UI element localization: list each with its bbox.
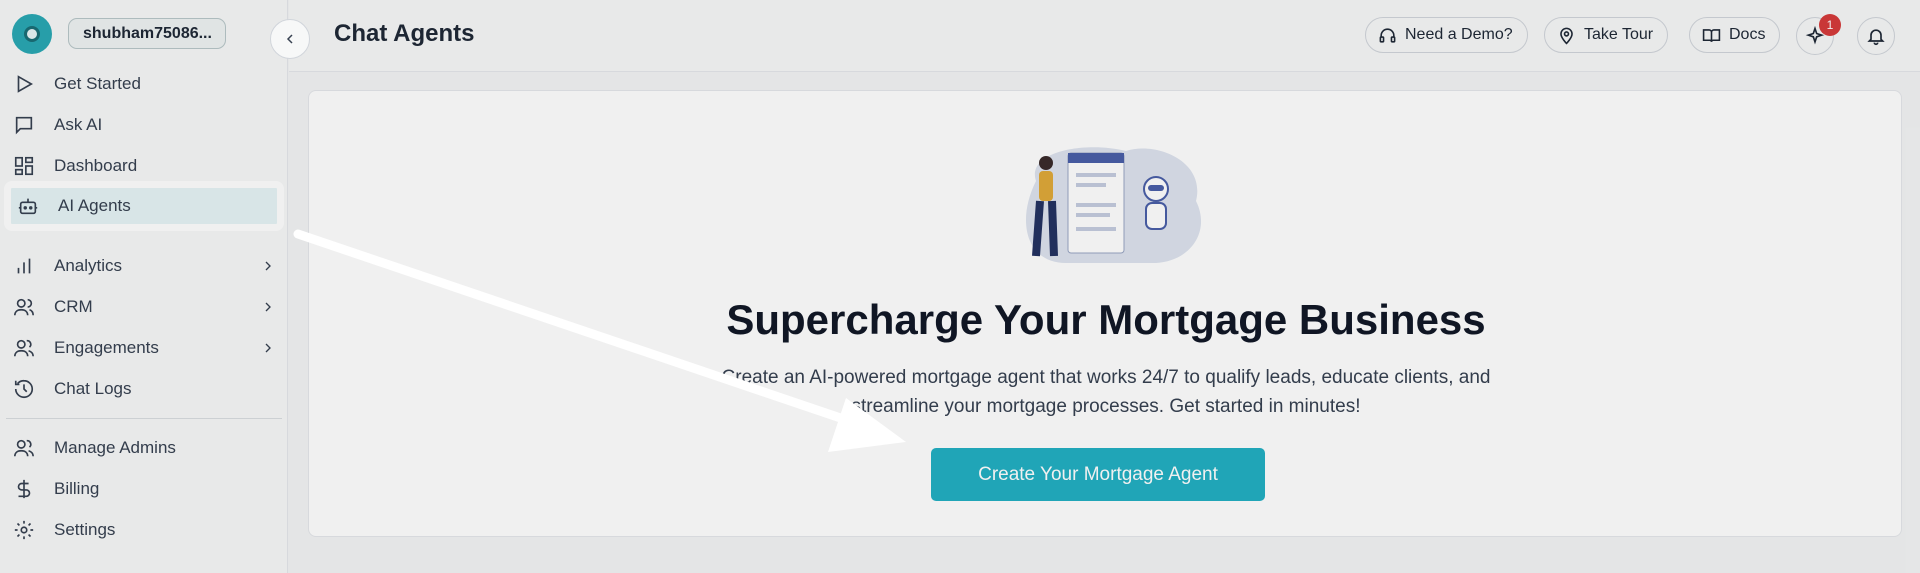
user-group-icon: [14, 339, 34, 357]
empty-state-description: Create an AI-powered mortgage agent that…: [721, 367, 1491, 417]
docs-button[interactable]: Docs: [1689, 17, 1781, 53]
user-switcher[interactable]: shubham75086...: [68, 18, 226, 49]
sidebar-item-label: Dashboard: [54, 156, 138, 175]
docs-label: Docs: [1729, 26, 1766, 43]
brand: [12, 14, 52, 54]
message-icon: [15, 116, 33, 135]
sidebar-item-label: Settings: [54, 520, 116, 539]
app-logo[interactable]: [12, 14, 52, 54]
need-demo-button[interactable]: Need a Demo?: [1365, 17, 1528, 53]
chevron-right-icon: [265, 302, 271, 312]
bot-icon: [18, 198, 38, 215]
sidebar-item-label: Ask AI: [54, 115, 103, 134]
top-header: Chat Agents Need a Demo? Take Tour Docs …: [289, 0, 1920, 72]
book-icon: [1702, 28, 1721, 42]
sidebar-item-label: Chat Logs: [54, 379, 132, 398]
sidebar-item-label: Billing: [54, 479, 100, 498]
dashboard-icon: [14, 156, 34, 176]
sidebar-item-billing[interactable]: Billing: [0, 469, 288, 509]
sidebar-item-label: CRM: [54, 297, 93, 316]
sidebar-item-crm[interactable]: CRM: [0, 287, 288, 327]
empty-state-headline: Supercharge Your Mortgage Business: [726, 296, 1486, 343]
bar-chart-icon: [17, 258, 31, 274]
sidebar-item-chat-logs[interactable]: Chat Logs: [0, 369, 288, 409]
chevron-left-icon: [286, 34, 293, 44]
whats-new-button[interactable]: 1: [1796, 14, 1841, 55]
chevron-right-icon: [265, 343, 271, 353]
users-icon: [14, 298, 34, 316]
sidebar-divider: [6, 418, 282, 419]
bell-icon: [1867, 29, 1885, 46]
sidebar-item-dashboard[interactable]: Dashboard: [0, 146, 288, 186]
collapse-sidebar-button[interactable]: [270, 19, 310, 59]
history-icon: [14, 379, 34, 399]
sidebar-item-ask-ai[interactable]: Ask AI: [0, 105, 288, 145]
gear-icon: [14, 520, 34, 540]
take-tour-button[interactable]: Take Tour: [1544, 17, 1669, 53]
admin-users-icon: [14, 439, 34, 457]
sidebar-item-settings[interactable]: Settings: [0, 510, 288, 550]
agent-illustration: [1026, 147, 1202, 263]
dollar-icon: [17, 479, 31, 499]
sidebar-item-get-started[interactable]: Get Started: [0, 64, 288, 104]
play-icon: [17, 75, 33, 93]
take-tour-label: Take Tour: [1584, 26, 1654, 43]
headset-icon: [1379, 27, 1396, 43]
need-demo-label: Need a Demo?: [1405, 26, 1513, 43]
sidebar-item-ai-agents[interactable]: AI Agents: [4, 181, 284, 231]
create-mortgage-agent-button[interactable]: Create Your Mortgage Agent: [931, 448, 1265, 501]
notifications-button[interactable]: [1857, 17, 1895, 55]
sidebar-item-label: Get Started: [54, 74, 141, 93]
empty-state-card: Supercharge Your Mortgage Business Creat…: [308, 90, 1902, 537]
chevron-right-icon: [265, 261, 271, 271]
sidebar-item-label: AI Agents: [58, 196, 131, 215]
sidebar: shubham75086... Get Started Ask AI Dashb…: [0, 0, 288, 573]
notification-badge: 1: [1819, 14, 1841, 36]
sidebar-item-manage-admins[interactable]: Manage Admins: [0, 428, 288, 468]
cta-highlight: Create Your Mortgage Agent: [919, 436, 1293, 513]
page-title: Chat Agents: [334, 20, 475, 47]
sidebar-item-analytics[interactable]: Analytics: [0, 246, 288, 286]
map-pin-icon: [1560, 27, 1573, 45]
sidebar-item-label: Analytics: [54, 256, 123, 275]
sidebar-item-engagements[interactable]: Engagements: [0, 328, 288, 368]
sidebar-item-label: Engagements: [54, 338, 159, 357]
sidebar-item-label: Manage Admins: [54, 438, 176, 457]
